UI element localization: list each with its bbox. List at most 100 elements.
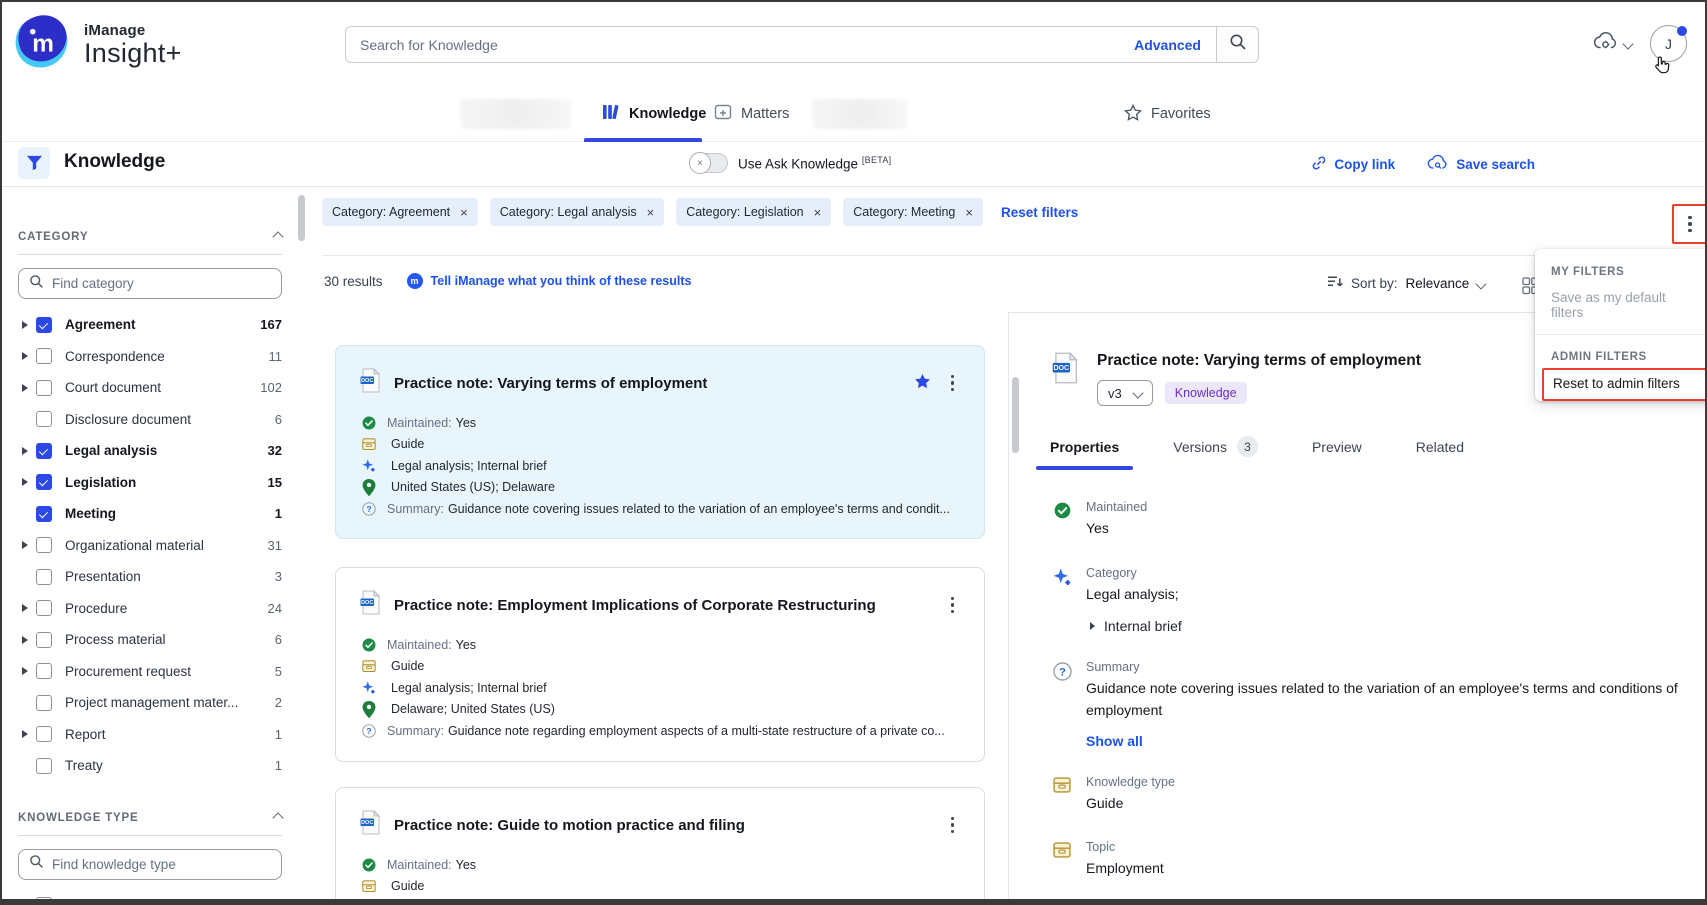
remove-chip-icon[interactable]: × [965, 206, 973, 219]
tab-matters[interactable]: Matters [714, 86, 789, 142]
redacted-tab [812, 99, 908, 129]
category-checkbox[interactable] [36, 506, 52, 522]
maintained-check-icon [360, 858, 377, 872]
tab-favorites[interactable]: Favorites [1124, 86, 1211, 142]
category-row[interactable]: Project management mater... 2 [18, 687, 282, 719]
cloud-settings-button[interactable] [1593, 31, 1632, 56]
category-row[interactable]: Legislation 15 [18, 467, 282, 499]
expand-arrow-icon[interactable] [22, 384, 28, 392]
brand-logo[interactable]: m iManage Insight+ [14, 11, 182, 78]
sidebar-scrollbar[interactable] [298, 195, 305, 241]
admin-filters-header: ADMIN FILTERS [1535, 340, 1705, 366]
product-name: Insight+ [84, 39, 182, 67]
results-count: 30 results [324, 274, 383, 289]
category-checkbox[interactable] [36, 726, 52, 742]
category-section-header[interactable]: CATEGORY [18, 231, 282, 243]
remove-chip-icon[interactable]: × [814, 206, 822, 219]
tab-properties[interactable]: Properties [1050, 436, 1119, 470]
filter-chip: Category: Agreement × [322, 198, 478, 226]
tab-related[interactable]: Related [1416, 436, 1464, 470]
star-outline-icon [1124, 104, 1142, 125]
category-checkbox[interactable] [36, 569, 52, 585]
expand-arrow-icon[interactable] [22, 636, 28, 644]
category-checkbox[interactable] [36, 537, 52, 553]
category-checkbox[interactable] [36, 317, 52, 333]
category-checkbox[interactable] [36, 897, 52, 899]
category-checkbox[interactable] [36, 663, 52, 679]
expand-arrow-icon[interactable] [22, 541, 28, 549]
filter-funnel-icon[interactable] [18, 147, 50, 179]
category-row[interactable]: Report 1 [18, 719, 282, 751]
show-all-link[interactable]: Show all [1086, 733, 1681, 749]
category-checkbox[interactable] [36, 443, 52, 459]
category-row[interactable]: Presentation 3 [18, 561, 282, 593]
category-row[interactable]: Correspondence 11 [18, 341, 282, 373]
category-checkbox[interactable] [36, 474, 52, 490]
card-menu-button[interactable] [945, 371, 960, 395]
version-select[interactable]: v3 [1097, 380, 1153, 406]
advanced-search-link[interactable]: Advanced [1119, 27, 1216, 62]
category-checkbox[interactable] [36, 600, 52, 616]
remove-chip-icon[interactable]: × [460, 206, 468, 219]
app-window: m iManage Insight+ Advanced [0, 0, 1707, 905]
tab-versions[interactable]: Versions 3 [1173, 436, 1258, 470]
category-row[interactable]: Disclosure document 6 [18, 404, 282, 436]
category-row[interactable]: Treaty 1 [18, 750, 282, 782]
remove-chip-icon[interactable]: × [647, 206, 655, 219]
save-cloud-icon [1427, 154, 1449, 174]
category-checkbox[interactable] [36, 632, 52, 648]
expand-arrow-icon[interactable] [22, 604, 28, 612]
result-card[interactable]: DOC Practice note: Varying terms of empl… [335, 345, 985, 539]
category-checkbox[interactable] [36, 380, 52, 396]
expand-arrow-icon[interactable] [22, 478, 28, 486]
search-icon [29, 274, 44, 294]
card-menu-button[interactable] [945, 813, 960, 837]
category-row[interactable]: Court document 102 [18, 372, 282, 404]
favorite-star-icon[interactable] [914, 373, 931, 394]
category-checkbox[interactable] [36, 348, 52, 364]
reset-admin-filters-item[interactable]: Reset to admin filters [1553, 376, 1680, 391]
filters-overflow-menu: MY FILTERS Save as my default filters AD… [1535, 249, 1705, 401]
category-row[interactable]: Agreement 167 [18, 309, 282, 341]
category-row[interactable]: Procedure 24 [18, 593, 282, 625]
save-search-button[interactable]: Save search [1427, 154, 1535, 174]
sort-control[interactable]: Sort by: Relevance [1327, 275, 1485, 292]
result-card[interactable]: DOC Practice note: Employment Implicatio… [335, 567, 985, 762]
expand-arrow-icon[interactable] [22, 730, 28, 738]
summary-question-icon: ? [360, 724, 377, 738]
expand-arrow-icon[interactable] [22, 352, 28, 360]
category-row[interactable]: Organizational material 31 [18, 530, 282, 562]
imanage-feedback-icon: m [407, 273, 423, 289]
category-row[interactable]: Guide 10 [18, 890, 282, 900]
find-category-input[interactable] [52, 276, 271, 291]
chevron-down-icon [1622, 38, 1633, 49]
category-checkbox[interactable] [36, 758, 52, 774]
expand-arrow-icon[interactable] [1090, 622, 1095, 630]
property-row: Maintained Yes [1052, 500, 1681, 540]
ask-knowledge-toggle[interactable]: × [690, 153, 728, 173]
card-menu-button[interactable] [945, 593, 960, 617]
category-row[interactable]: Procurement request 5 [18, 656, 282, 688]
feedback-link[interactable]: m Tell iManage what you think of these r… [407, 273, 692, 289]
search-button[interactable] [1216, 27, 1258, 62]
expand-arrow-icon[interactable] [22, 667, 28, 675]
tab-knowledge[interactable]: Knowledge [602, 86, 706, 142]
expand-arrow-icon[interactable] [22, 447, 28, 455]
category-row[interactable]: Legal analysis 32 [18, 435, 282, 467]
category-row[interactable]: Process material 6 [18, 624, 282, 656]
reset-filters-link[interactable]: Reset filters [1001, 205, 1078, 220]
knowledge-type-section-header[interactable]: KNOWLEDGE TYPE [18, 812, 282, 824]
result-card[interactable]: DOC Practice note: Guide to motion pract… [335, 787, 985, 899]
category-checkbox[interactable] [36, 695, 52, 711]
category-checkbox[interactable] [36, 411, 52, 427]
copy-link-button[interactable]: Copy link [1311, 154, 1395, 174]
filters-menu-button[interactable] [1672, 204, 1705, 244]
search-input[interactable] [346, 27, 1119, 62]
category-row[interactable]: Meeting 1 [18, 498, 282, 530]
find-knowledge-type-input[interactable] [52, 857, 271, 872]
tab-preview[interactable]: Preview [1312, 436, 1362, 470]
expand-arrow-icon[interactable] [22, 321, 28, 329]
brand-name: iManage [84, 22, 182, 39]
cloud-gear-icon [1593, 31, 1619, 56]
save-default-filters-item[interactable]: Save as my default filters [1535, 281, 1705, 329]
